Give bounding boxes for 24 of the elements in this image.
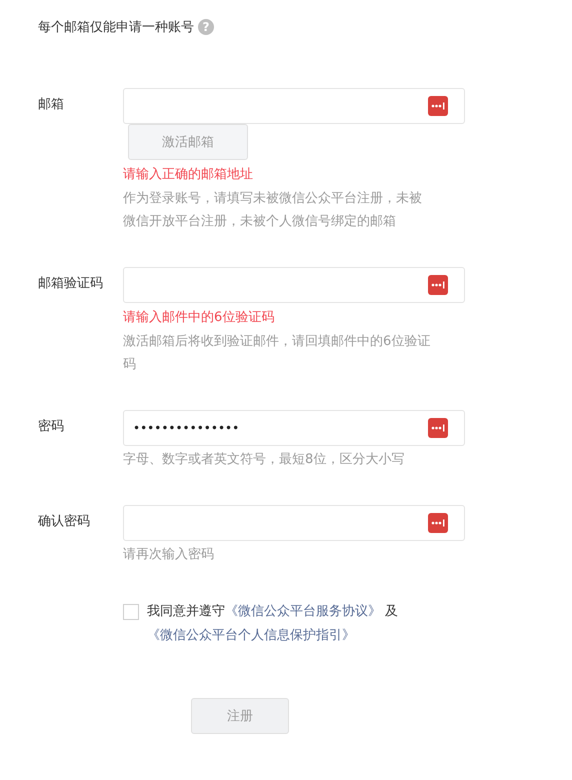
password-manager-icon[interactable] xyxy=(428,418,448,438)
field-label: 密码 xyxy=(38,418,65,436)
agreement-link[interactable]: 《微信公众平台个人信息保护指引》 xyxy=(147,628,355,643)
error-message: 请输入正确的邮箱地址 xyxy=(123,166,254,184)
password-manager-icon[interactable] xyxy=(428,513,448,533)
input-field[interactable] xyxy=(123,505,465,541)
field-hint: 字母、数字或者英文符号，最短8位，区分大小写 xyxy=(123,451,406,469)
field-hint: 作为登录账号，请填写未被微信公众平台注册，未被微信开放平台注册，未被个人微信号绑定的邮箱 xyxy=(123,190,423,231)
field-label: 邮箱验证码 xyxy=(38,275,104,293)
password-value: ••••••••••••••• xyxy=(133,421,240,435)
password-manager-icon[interactable] xyxy=(428,96,448,116)
password-manager-icon[interactable] xyxy=(428,275,448,295)
agreement-checkbox[interactable] xyxy=(123,604,139,620)
input-field[interactable]: ••••••••••••••• xyxy=(123,410,465,446)
input-field[interactable] xyxy=(123,267,465,303)
notice-text: 每个邮箱仅能申请一种账号 xyxy=(38,19,194,36)
field-label: 邮箱 xyxy=(38,96,65,114)
agreement-text: 我同意并遵守《微信公众平台服务协议》 及 《微信公众平台个人信息保护指引》 xyxy=(147,603,400,645)
field-label: 确认密码 xyxy=(38,513,91,531)
field-hint: 激活邮箱后将收到验证邮件，请回填邮件中的6位验证码 xyxy=(123,333,432,374)
error-message: 请输入邮件中的6位验证码 xyxy=(123,309,276,327)
agreement-link[interactable]: 《微信公众平台服务协议》 xyxy=(225,604,381,619)
input-field[interactable] xyxy=(123,88,465,124)
field-hint: 请再次输入密码 xyxy=(123,546,215,564)
